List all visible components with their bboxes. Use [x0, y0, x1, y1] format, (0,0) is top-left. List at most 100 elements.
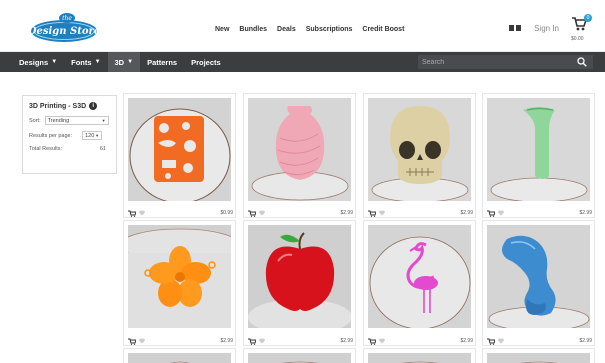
product-price: $2.99 [340, 338, 353, 344]
product-card[interactable]: $0.99 [123, 93, 236, 218]
sort-select[interactable]: Trending ▼ [44, 116, 109, 125]
main-nav: Designs ▼ Fonts ▼ 3D ▼ Patterns Projects [0, 52, 605, 72]
heart-icon[interactable] [259, 210, 265, 216]
product-card[interactable]: $2.99 [363, 220, 476, 346]
product-price: $2.99 [579, 210, 592, 216]
product-image[interactable] [368, 225, 471, 328]
product-price: $2.99 [340, 210, 353, 216]
product-card[interactable]: $2.99 [243, 93, 356, 218]
nav-fonts[interactable]: Fonts ▼ [64, 52, 107, 72]
cart-icon[interactable] [487, 210, 495, 217]
per-page-row: Results per page: 120 ▼ [29, 131, 110, 140]
product-image[interactable] [368, 353, 471, 363]
search-icon[interactable] [577, 57, 587, 67]
product-card[interactable]: $2.99 [363, 93, 476, 218]
product-card[interactable]: $2.99 [482, 220, 595, 346]
nav-patterns[interactable]: Patterns [140, 52, 184, 72]
cart-total: $0.00 [571, 36, 584, 42]
search-input[interactable] [422, 56, 572, 68]
top-link-subscriptions[interactable]: Subscriptions [306, 26, 353, 33]
info-icon[interactable]: i [89, 102, 98, 110]
site-header: the Design Store New Bundles Deals Subsc… [0, 0, 605, 52]
total-results-row: Total Results: 61 [29, 146, 110, 152]
heart-icon[interactable] [139, 210, 145, 216]
header-right: Sign In 0 $0.00 [508, 14, 592, 42]
product-image[interactable] [128, 353, 231, 363]
per-page-select-value: 120 [85, 132, 95, 139]
chevron-down-icon: ▼ [51, 59, 58, 65]
product-price: $0.99 [220, 210, 233, 216]
product-image[interactable] [487, 225, 590, 328]
heart-icon[interactable] [498, 210, 504, 216]
nav-designs[interactable]: Designs ▼ [12, 52, 64, 72]
nav-designs-label: Designs [19, 57, 49, 67]
card-footer: $2.99 [368, 209, 473, 217]
filter-title-text: 3D Printing - S3D [29, 102, 87, 110]
product-image[interactable] [487, 98, 590, 201]
per-page-label: Results per page: [29, 132, 73, 139]
nav-projects[interactable]: Projects [184, 52, 228, 72]
product-card[interactable]: $2.99 [243, 220, 356, 346]
cart-icon[interactable] [248, 338, 256, 345]
product-price: $2.99 [460, 338, 473, 344]
per-page-select[interactable]: 120 ▼ [82, 131, 103, 140]
cart-icon[interactable] [248, 210, 256, 217]
top-links: New Bundles Deals Subscriptions Credit B… [215, 26, 414, 33]
filter-panel: 3D Printing - S3D i Sort: Trending ▼ Res… [22, 95, 117, 174]
chevron-down-icon: ▼ [94, 59, 101, 65]
sign-in-link[interactable]: Sign In [534, 24, 559, 33]
sort-select-value: Trending [47, 117, 70, 124]
heart-icon[interactable] [259, 338, 265, 344]
page: the Design Store New Bundles Deals Subsc… [0, 0, 605, 363]
product-card[interactable] [482, 348, 595, 363]
cart-icon[interactable] [368, 338, 376, 345]
nav-projects-label: Projects [191, 57, 221, 67]
heart-icon[interactable] [498, 338, 504, 344]
cart-button[interactable]: 0 $0.00 [571, 14, 592, 42]
site-logo[interactable]: the Design Store [27, 12, 100, 44]
product-card[interactable] [243, 348, 356, 363]
nav-fonts-label: Fonts [71, 57, 92, 67]
top-link-credit-boost[interactable]: Credit Boost [362, 26, 404, 33]
product-image[interactable] [248, 98, 351, 201]
card-footer: $2.99 [248, 209, 353, 217]
language-icon[interactable] [508, 24, 523, 32]
card-footer: $2.99 [368, 337, 473, 345]
top-link-deals[interactable]: Deals [277, 26, 296, 33]
sort-row: Sort: Trending ▼ [29, 116, 110, 125]
product-card[interactable] [123, 348, 236, 363]
card-footer: $0.99 [128, 209, 233, 217]
cart-icon[interactable] [128, 338, 136, 345]
logo-text: Design Store [30, 26, 98, 37]
heart-icon[interactable] [139, 338, 145, 344]
product-card[interactable]: $2.99 [482, 93, 595, 218]
nav-3d-label: 3D [114, 57, 125, 67]
top-link-new[interactable]: New [215, 26, 229, 33]
product-image[interactable] [128, 225, 231, 328]
cart-count-badge: 0 [584, 14, 592, 22]
card-footer: $2.99 [487, 337, 592, 345]
dropdown-arrow-icon: ▼ [101, 118, 106, 123]
card-footer: $2.99 [248, 337, 353, 345]
product-image[interactable] [368, 98, 471, 201]
nav-3d[interactable]: 3D ▼ [107, 52, 141, 72]
product-card[interactable]: $2.99 [123, 220, 236, 346]
product-image[interactable] [248, 225, 351, 328]
cart-icon[interactable] [128, 210, 136, 217]
product-image[interactable] [128, 98, 231, 201]
product-price: $2.99 [460, 210, 473, 216]
product-image[interactable] [487, 353, 590, 363]
product-image[interactable] [248, 353, 351, 363]
heart-icon[interactable] [379, 338, 385, 344]
cart-icon[interactable] [368, 210, 376, 217]
filter-title: 3D Printing - S3D i [29, 102, 110, 110]
search-box [418, 55, 593, 69]
card-footer: $2.99 [487, 209, 592, 217]
cart-icon[interactable] [487, 338, 495, 345]
total-results-label: Total Results: [29, 146, 63, 152]
card-footer: $2.99 [128, 337, 233, 345]
product-card[interactable] [363, 348, 476, 363]
top-link-bundles[interactable]: Bundles [239, 26, 267, 33]
product-price: $2.99 [579, 338, 592, 344]
heart-icon[interactable] [379, 210, 385, 216]
